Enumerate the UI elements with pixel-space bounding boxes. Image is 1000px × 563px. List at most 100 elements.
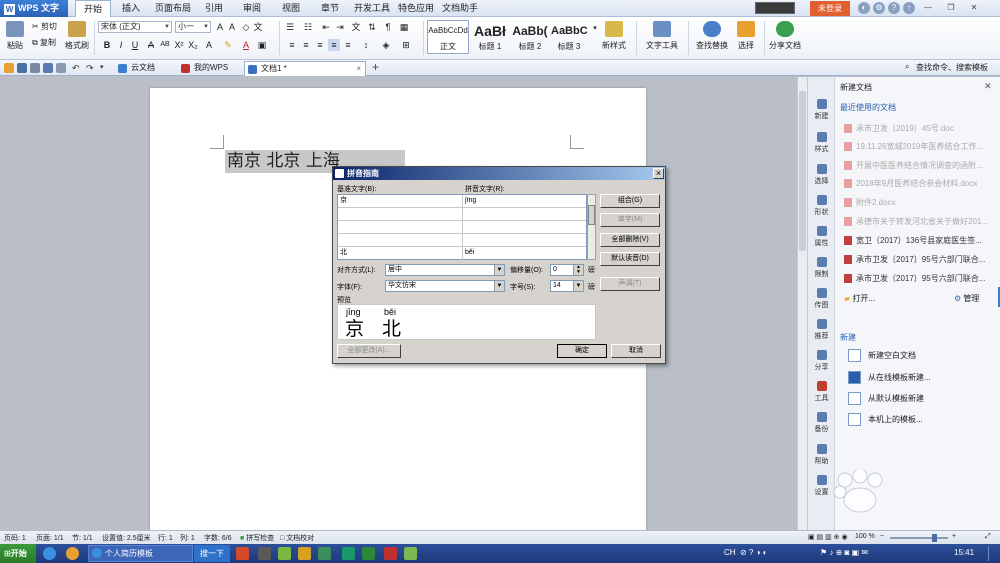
grid-scrollbar[interactable] xyxy=(587,194,596,260)
tab-home[interactable]: 开始 xyxy=(75,0,111,18)
base-cell[interactable]: 京 xyxy=(338,195,462,208)
taskbar-item-resume[interactable]: 个人简历模板 xyxy=(88,545,193,562)
borders-icon[interactable]: ⊞ xyxy=(400,39,412,51)
print-preview-icon[interactable] xyxy=(43,63,53,73)
table-icon[interactable]: ▦ xyxy=(398,21,410,33)
align-select[interactable]: 居中 ▼ xyxy=(385,264,505,276)
login-button[interactable]: 未登录 xyxy=(810,1,850,16)
cut-button[interactable]: ✂ 剪切 xyxy=(32,21,57,32)
dialog-close-button[interactable]: × xyxy=(653,168,664,179)
pinyin-cell[interactable] xyxy=(462,208,586,221)
new-from-default-template[interactable]: 从默认模板新建 xyxy=(848,392,924,406)
recent-file[interactable]: 承市卫发〔2017〕95号六部门联合... xyxy=(844,273,994,284)
paste-button[interactable]: 粘贴 xyxy=(4,21,26,51)
command-search[interactable]: 查找命令、搜索模板 xyxy=(916,62,988,73)
outdent-icon[interactable]: ⇤ xyxy=(320,21,332,33)
highlight-icon[interactable]: ✎ xyxy=(222,39,234,51)
app-icon[interactable] xyxy=(404,547,417,560)
pinyin-cell[interactable] xyxy=(462,234,586,247)
strip-recommend[interactable]: 推荐 xyxy=(808,319,835,341)
font-select[interactable]: 华文仿宋 ▼ xyxy=(385,280,505,292)
tray-icons[interactable]: ⚑ ♪ ⊕ ◙ ▣ ✉ xyxy=(820,548,868,557)
strip-tools[interactable]: 工具 xyxy=(808,381,835,403)
base-cell[interactable] xyxy=(338,234,462,247)
abc-icon[interactable]: AB xyxy=(159,39,171,51)
bold-icon[interactable]: B xyxy=(101,39,113,51)
strip-restrict[interactable]: 限制 xyxy=(808,257,835,279)
app-icon[interactable] xyxy=(318,547,331,560)
tab-references[interactable]: 引用 xyxy=(199,0,229,17)
pinyin-guide-icon[interactable]: 文 xyxy=(252,21,264,33)
wps-icon[interactable] xyxy=(384,547,397,560)
pane-close-icon[interactable]: ✕ xyxy=(984,81,992,92)
skin-icon[interactable]: ◐ xyxy=(858,2,870,14)
recent-file[interactable]: 附件2.docx xyxy=(844,197,994,208)
tab-cloud-docs[interactable]: 云文档 xyxy=(115,61,173,76)
manage-link[interactable]: ⚙ 管理 xyxy=(954,293,979,304)
language-indicator[interactable]: CH xyxy=(724,548,736,557)
sort-icon[interactable]: ⇅ xyxy=(366,21,378,33)
recent-file[interactable]: 承德市关于转发河北省关于做好201... xyxy=(844,216,994,227)
align-center-icon[interactable]: ≡ xyxy=(300,39,312,51)
default-reading-button[interactable]: 默认读音(D) xyxy=(600,252,660,266)
tab-chapter[interactable]: 章节 xyxy=(315,0,345,17)
copy-button[interactable]: ⧉ 复制 xyxy=(32,37,56,48)
bullets-icon[interactable]: ☰ xyxy=(284,21,296,33)
pinyin-cell[interactable] xyxy=(462,221,586,234)
app-icon[interactable] xyxy=(258,547,271,560)
tab-developer[interactable]: 开发工具 xyxy=(352,0,392,17)
tab-special[interactable]: 特色应用 xyxy=(396,0,436,17)
style-heading-3[interactable]: AaBbC 标题 3 xyxy=(550,20,588,54)
app-menu-button[interactable]: W WPS 文字 xyxy=(0,0,68,17)
single-char-button[interactable]: 单字(M) xyxy=(600,213,660,227)
tab-document1[interactable]: 文档1 * × xyxy=(244,61,366,76)
show-desktop-button[interactable] xyxy=(988,546,999,561)
help-icon[interactable]: ? xyxy=(888,2,900,14)
redo-icon[interactable]: ↷ xyxy=(86,63,96,73)
new-from-online-template[interactable]: 从在线模板新建... xyxy=(848,371,931,385)
app-icon[interactable] xyxy=(298,547,311,560)
minimize-icon[interactable]: — xyxy=(922,2,934,14)
justify-icon[interactable]: ≡ xyxy=(328,39,340,51)
recent-file[interactable]: 2018年9月医养结合参会材料.docx xyxy=(844,178,994,189)
pinyin-cell[interactable]: jīng xyxy=(462,195,586,208)
view-mode-icon[interactable]: ▣ ▤ ▥ ⊕ ◉ xyxy=(808,533,848,541)
tab-page-layout[interactable]: 页面布局 xyxy=(152,0,194,17)
clear-all-button[interactable]: 全部删除(V) xyxy=(600,233,660,247)
settings-icon[interactable]: ⚙ xyxy=(873,2,885,14)
save-icon[interactable] xyxy=(17,63,27,73)
style-heading-1[interactable]: AaBł 标题 1 xyxy=(470,20,510,54)
doc-proof-toggle[interactable]: □ 文档校对 xyxy=(280,533,314,543)
strip-share[interactable]: 分享 xyxy=(808,350,835,372)
recent-file[interactable]: 宽卫〔2017〕136号县家庭医生签... xyxy=(844,235,994,246)
local-templates[interactable]: 本机上的模板... xyxy=(848,413,923,427)
tab-doc-assistant[interactable]: 文档助手 xyxy=(440,0,480,17)
select-button[interactable]: 选择 xyxy=(734,21,758,51)
show-marks-icon[interactable]: ¶ xyxy=(382,21,394,33)
customize-icon[interactable]: ▾ xyxy=(100,63,110,73)
vertical-scrollbar[interactable] xyxy=(797,77,807,530)
open-link[interactable]: ▰ 打开... xyxy=(844,293,875,304)
underline-icon[interactable]: U xyxy=(129,39,141,51)
shrink-font-icon[interactable]: A xyxy=(226,21,238,33)
new-tab-icon[interactable]: + xyxy=(372,60,379,74)
line-spacing-icon[interactable]: ↕ xyxy=(360,39,372,51)
char-shading-icon[interactable]: ▣ xyxy=(256,39,268,51)
export-icon[interactable] xyxy=(56,63,66,73)
window-thumbnail[interactable] xyxy=(755,2,795,14)
strikethrough-icon[interactable]: A xyxy=(145,39,157,51)
zoom-in-icon[interactable]: + xyxy=(952,533,956,540)
scroll-thumb[interactable] xyxy=(588,205,595,225)
arrow-up-icon[interactable]: ↑ xyxy=(903,2,915,14)
status-words[interactable]: 字数: 6/6 xyxy=(204,533,232,543)
open-icon[interactable] xyxy=(4,63,14,73)
new-blank-doc[interactable]: 新建空白文档 xyxy=(848,349,916,363)
undo-icon[interactable]: ↶ xyxy=(72,63,82,73)
base-cell[interactable] xyxy=(338,221,462,234)
superscript-icon[interactable]: X² xyxy=(173,39,185,51)
find-replace-button[interactable]: 查找替换 xyxy=(692,21,732,51)
strip-style[interactable]: 样式 xyxy=(808,132,835,154)
recent-file[interactable]: 承市卫发〔2019〕45号.doc xyxy=(844,123,994,134)
zoom-slider[interactable] xyxy=(890,537,948,539)
tab-view[interactable]: 视图 xyxy=(276,0,306,17)
